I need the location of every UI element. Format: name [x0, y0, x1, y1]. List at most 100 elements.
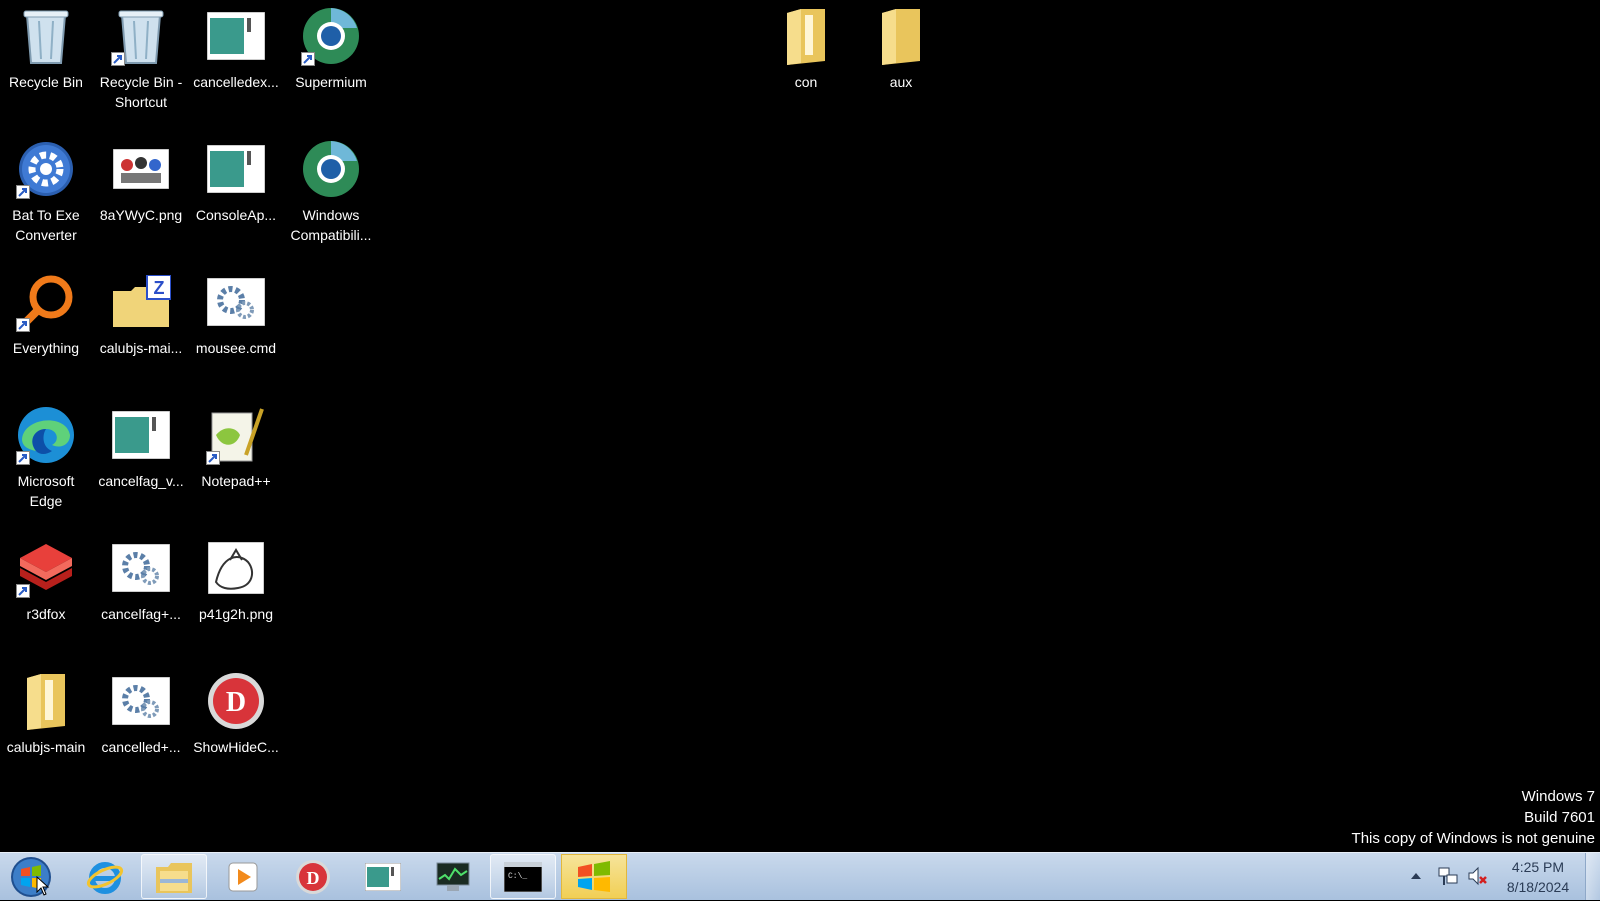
application-window-icon [109, 403, 173, 467]
clock-date: 8/18/2024 [1506, 879, 1570, 895]
windows-compat-desktop-icon[interactable]: Windows Compatibili... [285, 137, 377, 245]
p41g2h-label: p41g2h.png [199, 606, 273, 622]
folder-icon [156, 862, 192, 893]
cancelled-plus-label: cancelled+... [101, 739, 181, 755]
notepadpp-label: Notepad++ [201, 473, 271, 489]
supermium-browser-icon [299, 4, 363, 68]
internet-explorer-icon [86, 861, 124, 894]
recycle-bin-shortcut-desktop-icon[interactable]: Recycle Bin - Shortcut [95, 4, 187, 112]
volume-tray-button[interactable] [1465, 863, 1491, 889]
magnifier-icon [14, 270, 78, 334]
notepadpp-desktop-icon[interactable]: Notepad++ [190, 403, 282, 491]
taskbar-internet-explorer[interactable] [72, 854, 138, 899]
chevron-up-icon [1411, 873, 1421, 879]
application-window-icon [365, 862, 401, 891]
recycle-bin-icon [14, 4, 78, 68]
mouse-cursor [36, 875, 50, 901]
svg-text:D: D [226, 687, 246, 718]
zip-folder-icon: Z [109, 270, 173, 334]
windows-watermark: Windows 7 Build 7601 This copy of Window… [1352, 786, 1595, 849]
gear-script-icon [109, 669, 173, 733]
edge-desktop-icon[interactable]: Microsoft Edge [0, 403, 92, 511]
everything-desktop-icon[interactable]: Everything [0, 270, 92, 358]
cancelfag-v-desktop-icon[interactable]: cancelfag_v... [95, 403, 187, 491]
bat-to-exe-desktop-icon[interactable]: Bat To Exe Converter [0, 137, 92, 245]
taskbar-windows-explorer[interactable] [141, 854, 207, 899]
gear-script-icon [204, 270, 268, 334]
shortcut-arrow-icon [206, 451, 220, 465]
network-icon [1438, 867, 1458, 885]
folder-icon [869, 4, 933, 68]
application-window-icon [204, 137, 268, 201]
png-8aywyc-desktop-icon[interactable]: 8aYWyC.png [95, 137, 187, 225]
taskbar-windows-flag-app[interactable] [561, 854, 627, 899]
showhide-d-icon: D [204, 669, 268, 733]
desktop: Recycle Bin Bat To Exe Converter Everyth… [0, 0, 1600, 852]
windows-flag-icon [578, 860, 610, 892]
mousee-cmd-label: mousee.cmd [195, 340, 277, 356]
everything-label: Everything [12, 340, 80, 356]
image-thumbnail-icon [109, 137, 173, 201]
cancelledex-label: cancelledex... [193, 74, 279, 90]
network-tray-button[interactable] [1435, 863, 1461, 889]
taskbar-command-prompt[interactable]: C:\_ [490, 854, 556, 899]
showhide-desktop-icon[interactable]: D ShowHideC... [190, 669, 282, 757]
cancelledex-desktop-icon[interactable]: cancelledex... [190, 4, 282, 92]
clock-time: 4:25 PM [1511, 859, 1565, 875]
calubjs-main-label: calubjs-main [6, 739, 86, 755]
r3dfox-desktop-icon[interactable]: r3dfox [0, 536, 92, 624]
arrow-cursor-icon [36, 875, 50, 896]
png-8aywyc-label: 8aYWyC.png [99, 207, 183, 223]
svg-text:C:\_: C:\_ [508, 872, 527, 881]
showhide-label: ShowHideC... [193, 739, 279, 755]
calubjs-main-folder-desktop-icon[interactable]: calubjs-main [0, 669, 92, 757]
supermium-desktop-icon[interactable]: Supermium [285, 4, 377, 92]
bat-to-exe-label: Bat To Exe Converter [12, 207, 80, 243]
recycle-bin-icon [109, 4, 173, 68]
system-clock[interactable]: 4:25 PM 8/18/2024 [1500, 857, 1576, 897]
taskbar-console-app[interactable] [350, 854, 416, 899]
p41g2h-png-desktop-icon[interactable]: p41g2h.png [190, 536, 282, 624]
edge-icon [14, 403, 78, 467]
calubjs-zip-label: calubjs-mai... [99, 340, 183, 356]
taskbar-showhide-app[interactable]: D [280, 854, 346, 899]
windows-compat-label: Windows Compatibili... [290, 207, 372, 243]
image-thumbnail-icon [204, 536, 268, 600]
shortcut-arrow-icon [16, 318, 30, 332]
media-player-icon [228, 862, 258, 891]
gear-script-icon [109, 536, 173, 600]
notepadpp-icon [204, 403, 268, 467]
consoleap-desktop-icon[interactable]: ConsoleAp... [190, 137, 282, 225]
show-desktop-button[interactable] [1585, 853, 1600, 900]
application-window-icon [204, 4, 268, 68]
watermark-genuine: This copy of Windows is not genuine [1351, 830, 1595, 847]
svg-text:D: D [307, 868, 320, 888]
recycle-bin-shortcut-label: Recycle Bin - Shortcut [99, 74, 183, 110]
mousee-cmd-desktop-icon[interactable]: mousee.cmd [190, 270, 282, 358]
consoleap-label: ConsoleAp... [195, 207, 277, 223]
calubjs-zip-desktop-icon[interactable]: Z calubjs-mai... [95, 270, 187, 358]
con-label: con [794, 74, 818, 90]
shortcut-arrow-icon [16, 451, 30, 465]
gear-icon [14, 137, 78, 201]
cancelfag-v-label: cancelfag_v... [98, 473, 184, 489]
watermark-build: Build 7601 [1524, 809, 1595, 826]
recycle-bin-label: Recycle Bin [9, 74, 83, 90]
taskbar-media-player[interactable] [210, 854, 276, 899]
folder-icon [774, 4, 838, 68]
taskbar-task-manager[interactable] [420, 854, 486, 899]
watermark-os: Windows 7 [1521, 788, 1595, 805]
show-hidden-icons-button[interactable] [1403, 863, 1429, 889]
task-manager-icon [436, 862, 470, 891]
cancelled-plus-desktop-icon[interactable]: cancelled+... [95, 669, 187, 757]
edge-label: Microsoft Edge [17, 473, 75, 509]
cancelfag-plus-label: cancelfag+... [101, 606, 181, 622]
taskbar: D C:\_ 4:25 PM 8/18/2024 [0, 852, 1600, 900]
recycle-bin-desktop-icon[interactable]: Recycle Bin [0, 4, 92, 92]
aux-folder-desktop-icon[interactable]: aux [855, 4, 947, 92]
cancelfag-plus-desktop-icon[interactable]: cancelfag+... [95, 536, 187, 624]
command-prompt-icon: C:\_ [504, 861, 542, 892]
shortcut-arrow-icon [16, 584, 30, 598]
con-folder-desktop-icon[interactable]: con [760, 4, 852, 92]
folder-icon [14, 669, 78, 733]
